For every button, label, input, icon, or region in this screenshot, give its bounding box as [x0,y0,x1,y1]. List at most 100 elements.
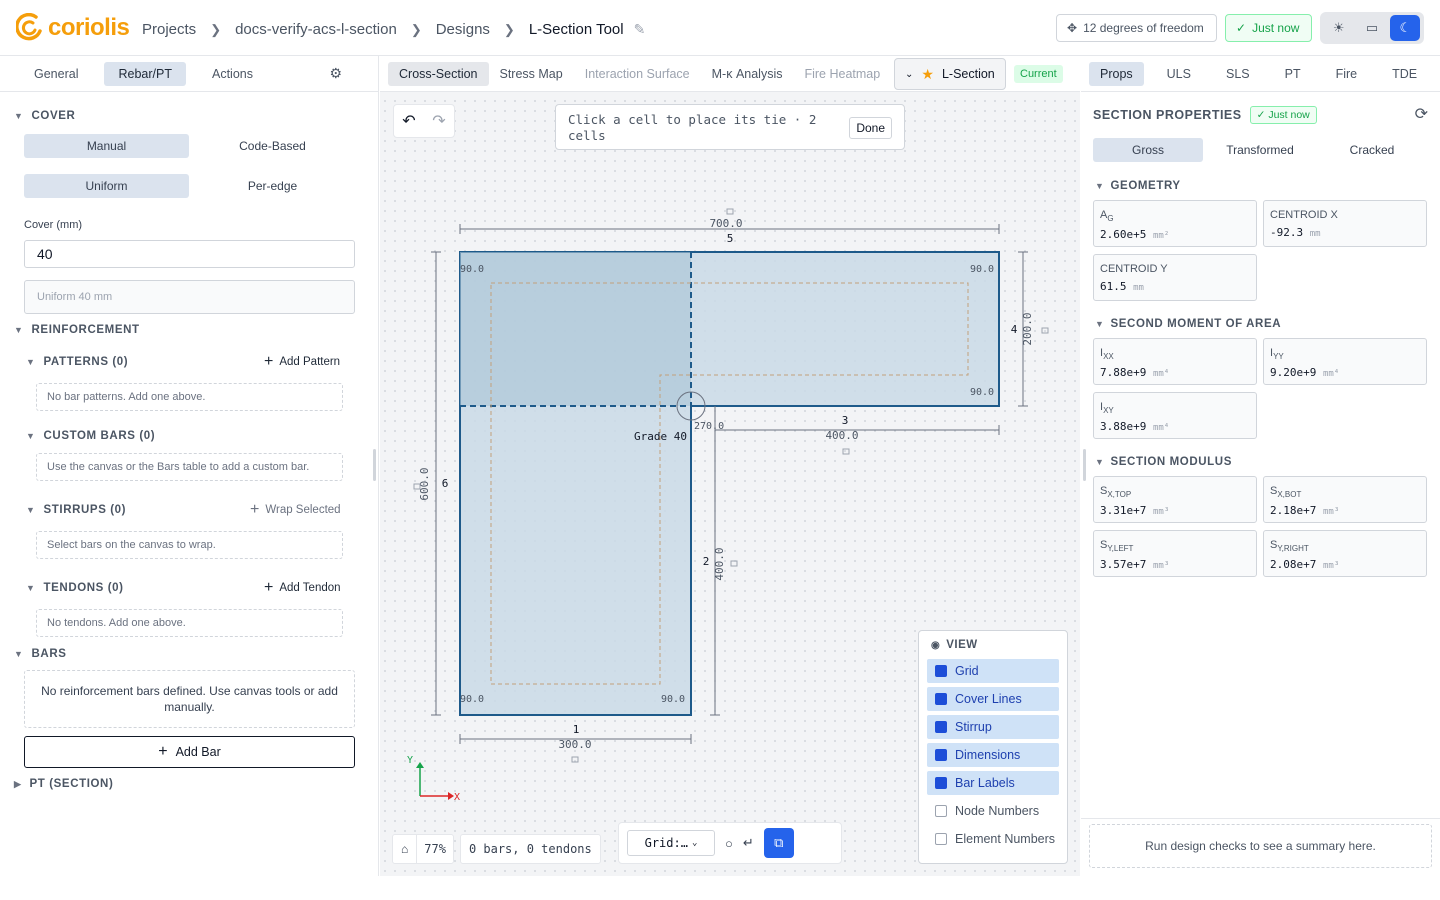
view-option-label: Grid [955,664,979,678]
home-icon[interactable]: ⌂ [393,834,418,864]
moon-icon[interactable]: ☾ [1390,15,1421,41]
add-bar-button[interactable]: + Add Bar [24,736,355,768]
moment-header[interactable]: ▼ SECOND MOMENT OF AREA [1095,318,1281,330]
wrap-selected-button[interactable]: + Wrap Selected [250,502,341,518]
dof-badge[interactable]: ✥ 12 degrees of freedom [1056,14,1217,42]
view-toggle-grid[interactable]: Grid [927,659,1059,683]
prop-subscript: X,TOP [1107,490,1132,500]
cover-summary: Uniform 40 mm [24,280,355,314]
tab-props[interactable]: Props [1089,61,1144,86]
breadcrumb-project[interactable]: docs-verify-acs-l-section [235,21,397,38]
chevron-down-icon: ▼ [1095,181,1105,191]
breadcrumb-projects[interactable]: Projects [142,21,196,38]
tab-pt[interactable]: PT [1274,62,1312,86]
checkbox[interactable] [935,665,947,677]
tab-fire[interactable]: Fire [1325,62,1369,86]
tie-tool-icon[interactable]: ⧉ [763,828,794,858]
view-toggle-dimensions[interactable]: Dimensions [927,743,1059,767]
chevron-right-icon: ❯ [503,21,515,37]
tab-rebar-pt[interactable]: Rebar/PT [104,61,186,86]
line-tool-icon[interactable]: ↵ [743,835,754,851]
tab-tde[interactable]: TDE [1381,62,1428,86]
reinforcement-section-header[interactable]: ▼ REINFORCEMENT [14,324,140,336]
pencil-icon[interactable]: ✎ [634,21,646,38]
prop-label: IXY [1100,401,1250,415]
tab-uls[interactable]: ULS [1156,62,1202,86]
prop-label: CENTROID X [1270,209,1338,221]
prop-subscript: YY [1273,352,1284,362]
geometry-header[interactable]: ▼ GEOMETRY [1095,180,1181,192]
tab-sls[interactable]: SLS [1215,62,1261,86]
custom-bars-header[interactable]: ▼ CUSTOM BARS (0) [26,430,155,442]
cover-input[interactable]: 40 [24,240,355,268]
prop-unit: mm⁴ [1152,423,1170,434]
chevron-down-icon: ▼ [14,649,24,659]
prop-value: 7.88e+9 mm⁴ [1100,366,1250,379]
patterns-header[interactable]: ▼ PATTERNS (0) [26,356,128,368]
prop-value: 2.08e+7 mm³ [1270,558,1420,571]
checkbox[interactable] [935,777,947,789]
mode-gross[interactable]: Gross [1093,138,1203,162]
sun-icon[interactable]: ☀ [1324,15,1354,41]
tendons-header[interactable]: ▼ TENDONS (0) [26,582,124,594]
left-resize-handle[interactable] [373,449,376,481]
modulus-title: SECTION MODULUS [1110,456,1232,468]
checkbox[interactable] [935,749,947,761]
prop-subscript: XX [1103,352,1114,362]
pt-section-header[interactable]: ▶ PT (SECTION) [14,778,113,790]
prop-number: 2.08e+7 [1270,558,1317,572]
cover-per-edge-toggle[interactable]: Per-edge [190,174,355,198]
prop-value: 61.5 mm [1100,280,1250,293]
prop-number: 2.60e+5 [1100,228,1147,242]
cover-code-based-toggle[interactable]: Code-Based [190,134,355,158]
breadcrumb-designs[interactable]: Designs [436,21,490,38]
checkbox[interactable] [935,805,947,817]
geometry-title: GEOMETRY [1110,180,1181,192]
prop-unit: mm³ [1322,507,1340,518]
prop-value: 3.31e+7 mm³ [1100,504,1250,517]
cover-section-header[interactable]: ▼ COVER [14,110,75,122]
modulus-header[interactable]: ▼ SECTION MODULUS [1095,456,1232,468]
cover-uniform-toggle[interactable]: Uniform [24,174,189,198]
canvas-toolbar: Grid:… ⌄ ○ ↵ ⧉ [618,822,842,864]
prop-card-ixx: IXX 7.88e+9 mm⁴ [1093,338,1257,385]
right-resize-handle[interactable] [1083,449,1086,481]
edge-label: 5 [727,232,734,245]
gear-icon[interactable]: ⚙ [329,65,342,82]
bars-section-header[interactable]: ▼ BARS [14,648,67,660]
selected-cell[interactable] [460,252,691,406]
add-tendon-button[interactable]: + Add Tendon [264,580,341,596]
checkbox[interactable] [935,693,947,705]
canvas-area[interactable]: Cross-Section Stress Map Interaction Sur… [380,56,1080,876]
prop-card-centroid-x: CENTROID X -92.3 mm [1263,200,1427,247]
view-toggle-cover-lines[interactable]: Cover Lines [927,687,1059,711]
mode-cracked[interactable]: Cracked [1317,138,1427,162]
view-toggle-element-numbers[interactable]: Element Numbers [927,827,1059,851]
monitor-icon[interactable]: ▭ [1357,15,1387,41]
chevron-down-icon: ▼ [1095,457,1105,467]
tab-actions[interactable]: Actions [198,62,267,86]
circle-tool-icon[interactable]: ○ [725,836,733,851]
prop-card-sy-right: SY,RIGHT 2.08e+7 mm³ [1263,530,1427,577]
checkbox[interactable] [935,833,947,845]
grid-select[interactable]: Grid:… ⌄ [627,830,715,856]
view-toggle-bar-labels[interactable]: Bar Labels [927,771,1059,795]
mode-transformed[interactable]: Transformed [1205,138,1315,162]
add-pattern-button[interactable]: + Add Pattern [264,354,340,370]
properties-status-text: Just now [1268,109,1310,121]
tab-general[interactable]: General [20,62,92,86]
cover-manual-toggle[interactable]: Manual [24,134,189,158]
corner-angle: 90.0 [970,387,994,398]
prop-value: 3.88e+9 mm⁴ [1100,420,1250,433]
prop-value: -92.3 mm [1270,226,1420,239]
plus-icon: + [264,579,274,596]
zoom-level[interactable]: 77% [417,842,453,856]
edge-label: 6 [442,477,449,490]
view-toggle-stirrup[interactable]: Stirrup [927,715,1059,739]
right-panel: Props ULS SLS PT Fire TDE SECTION PROPER… [1081,56,1440,876]
refresh-icon[interactable]: ⟳ [1415,104,1428,124]
stirrups-header[interactable]: ▼ STIRRUPS (0) [26,504,126,516]
view-toggle-node-numbers[interactable]: Node Numbers [927,799,1059,823]
checkbox[interactable] [935,721,947,733]
logo[interactable]: coriolis [16,13,130,43]
